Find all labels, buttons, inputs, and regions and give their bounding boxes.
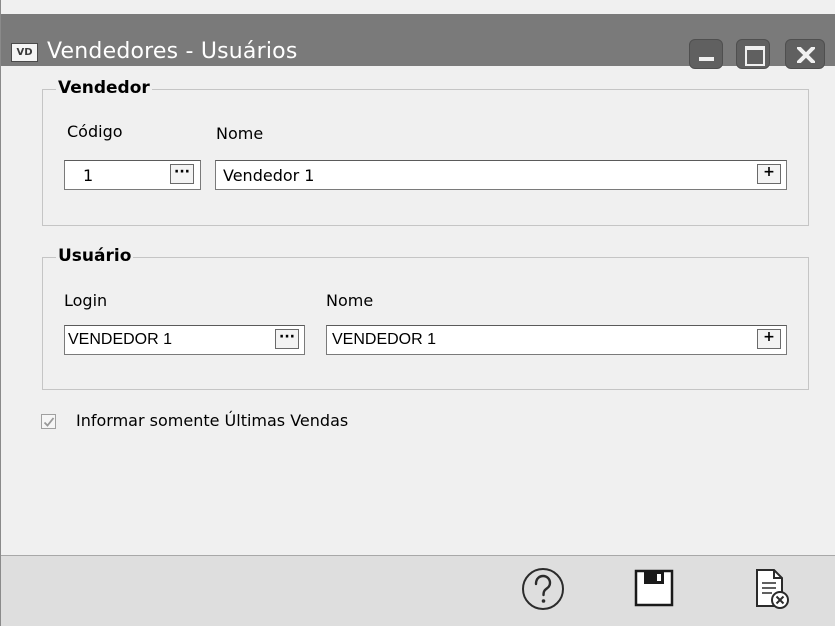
vendedor-nome-value: Vendedor 1 bbox=[223, 166, 315, 185]
title-bar[interactable]: VD Vendedores - Usuários bbox=[1, 14, 835, 69]
maximize-icon bbox=[745, 46, 765, 66]
dialog-window: VD Vendedores - Usuários Vendedor Código… bbox=[0, 0, 835, 626]
minimize-button[interactable] bbox=[689, 39, 723, 69]
usuario-add-button[interactable]: + bbox=[757, 329, 781, 349]
vendedor-nome-label: Nome bbox=[216, 124, 264, 143]
save-icon[interactable] bbox=[634, 569, 674, 607]
ultimas-vendas-label[interactable]: Informar somente Últimas Vendas bbox=[76, 411, 348, 430]
login-label: Login bbox=[64, 291, 108, 310]
minimize-icon bbox=[699, 57, 714, 61]
codigo-label: Código bbox=[67, 122, 123, 141]
vendedor-add-button[interactable]: + bbox=[757, 164, 781, 184]
vendedor-nome-input[interactable]: Vendedor 1 + bbox=[215, 160, 787, 190]
app-icon: VD bbox=[11, 43, 38, 62]
usuario-group bbox=[42, 257, 809, 390]
codigo-input[interactable]: 1 ··· bbox=[64, 160, 201, 190]
login-input[interactable]: VENDEDOR 1 ··· bbox=[64, 325, 305, 355]
usuario-nome-value: VENDEDOR 1 bbox=[332, 331, 437, 348]
usuario-legend: Usuário bbox=[56, 246, 134, 266]
close-icon bbox=[797, 47, 815, 63]
login-value: VENDEDOR 1 bbox=[68, 331, 173, 348]
help-icon[interactable] bbox=[520, 566, 566, 612]
codigo-lookup-button[interactable]: ··· bbox=[170, 164, 194, 184]
cancel-document-icon[interactable] bbox=[753, 568, 793, 612]
usuario-nome-input[interactable]: VENDEDOR 1 + bbox=[326, 325, 787, 355]
ultimas-vendas-checkbox[interactable] bbox=[41, 414, 56, 429]
vendedor-legend: Vendedor bbox=[56, 78, 152, 98]
close-button[interactable] bbox=[785, 39, 825, 69]
window-title: Vendedores - Usuários bbox=[47, 39, 298, 64]
login-lookup-button[interactable]: ··· bbox=[275, 329, 299, 349]
vendedor-group bbox=[42, 89, 809, 226]
maximize-button[interactable] bbox=[736, 39, 770, 69]
footer-toolbar bbox=[1, 556, 835, 626]
usuario-nome-label: Nome bbox=[326, 291, 374, 310]
checkmark-icon bbox=[43, 417, 55, 427]
codigo-value: 1 bbox=[83, 166, 94, 185]
